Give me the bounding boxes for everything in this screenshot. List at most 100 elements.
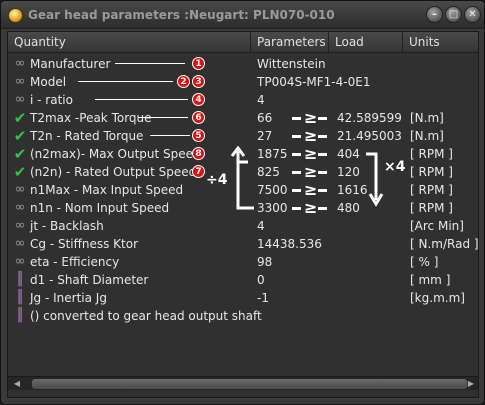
unit-cell: [ RPM ]	[410, 147, 453, 161]
callout-badge: 3	[192, 75, 205, 88]
title-bar[interactable]: Gear head parameters :Neugart: PLN070-01…	[1, 1, 484, 29]
scroll-left-icon[interactable]: ◀	[10, 377, 24, 391]
callout-badge: 7	[192, 165, 205, 178]
parameter-cell: 66	[257, 111, 273, 125]
load-cell: 120	[337, 165, 360, 179]
callout-badge: 1	[192, 57, 205, 70]
leader-line	[115, 63, 185, 64]
parameter-cell: TP004S-MF1-4-0E1	[257, 75, 371, 89]
divide-by-4-label: ÷4	[206, 172, 228, 188]
divide-bracket-arrow	[230, 146, 254, 210]
parameter-cell: 3300	[257, 201, 288, 215]
multiply-by-4-label: ×4	[384, 159, 406, 175]
callout-badge: 2	[177, 75, 190, 88]
minimize-button[interactable]: –	[426, 6, 443, 23]
column-header-quantity[interactable]: Quantity	[8, 32, 251, 53]
quantity-cell: (n2n) - Rated Output Speed	[30, 165, 197, 179]
load-cell: 404	[337, 147, 360, 161]
table-row[interactable]: ∞ Model TP004S-MF1-4-0E1	[8, 73, 478, 91]
check-icon: ✔	[13, 109, 27, 127]
callout-badge: 5	[192, 129, 205, 142]
gte-symbol: ≥	[304, 162, 318, 181]
unit-cell: [N.m]	[410, 111, 444, 125]
quantity-cell: eta - Efficiency	[30, 255, 120, 269]
callout-badge: 4	[192, 93, 205, 106]
bars-icon: ║	[16, 290, 24, 305]
table-row[interactable]: ∞ Manufacturer Wittenstein	[8, 55, 478, 73]
link-icon: ∞	[14, 254, 26, 269]
link-icon: ∞	[14, 182, 26, 197]
window-title: Gear head parameters :Neugart: PLN070-01…	[28, 8, 335, 22]
gte-symbol: ≥	[304, 108, 318, 127]
table-row[interactable]: ∞ Cg - Stiffness Ktor 14438.536 [ N.m/Rad ]	[8, 235, 479, 253]
bars-icon: ║	[16, 272, 24, 287]
quantity-cell: T2max -Peak Torque	[30, 111, 152, 125]
unit-cell: [Arc Min]	[410, 219, 464, 233]
table-row[interactable]: ║ Jg - Inertia Jg -1 [kg.m.m]	[8, 289, 478, 307]
leader-line	[138, 117, 188, 118]
quantity-cell: Model	[30, 75, 67, 89]
leader-line	[95, 99, 188, 100]
quantity-cell: () converted to gear head output shaft	[30, 309, 262, 323]
check-icon: ✔	[13, 145, 27, 163]
dash-mark	[292, 171, 301, 174]
load-cell: 1616	[337, 183, 368, 197]
gte-symbol: ≥	[304, 144, 318, 163]
bars-icon: ║	[16, 308, 24, 323]
unit-cell: [ RPM ]	[410, 201, 453, 215]
parameters-table: Quantity Parameters Load Units ∞ Manufact…	[7, 31, 479, 398]
link-icon: ∞	[14, 236, 26, 251]
quantity-cell: Jg - Inertia Jg	[30, 291, 107, 305]
parameter-cell: 14438.536	[257, 237, 322, 251]
maximize-button[interactable]: □	[445, 6, 462, 23]
parameter-cell: 825	[257, 165, 280, 179]
load-cell: 480	[337, 201, 360, 215]
column-header-load[interactable]: Load	[329, 32, 403, 53]
unit-cell: [ N.m/Rad ]	[410, 237, 479, 251]
gte-symbol: ≥	[304, 180, 318, 199]
link-icon: ∞	[14, 200, 26, 215]
quantity-cell: (n2max)- Max Output Speed	[30, 147, 201, 161]
app-icon	[8, 8, 23, 23]
leader-line	[150, 135, 190, 136]
link-icon: ∞	[14, 92, 26, 107]
load-cell: 42.589599	[337, 111, 402, 125]
table-row[interactable]: ║ () converted to gear head output shaft	[8, 307, 478, 325]
quantity-cell: T2n - Rated Torque	[30, 129, 144, 143]
dash-mark	[292, 135, 301, 138]
quantity-cell: jt - Backlash	[30, 219, 104, 233]
callout-badge: 8	[192, 147, 205, 160]
table-row[interactable]: ∞ i - ratio 4	[8, 91, 478, 109]
dash-mark	[318, 153, 327, 156]
quantity-cell: d1 - Shaft Diameter	[30, 273, 149, 287]
scrollbar-thumb[interactable]	[32, 379, 467, 389]
callout-badge: 6	[192, 111, 205, 124]
unit-cell: [ % ]	[410, 255, 439, 269]
column-header-units[interactable]: Units	[403, 32, 478, 53]
gte-symbol: ≥	[304, 198, 318, 217]
link-icon: ∞	[14, 218, 26, 233]
table-row[interactable]: ║ d1 - Shaft Diameter 0 [ mm ]	[8, 271, 478, 289]
parameter-cell: 4	[257, 93, 265, 107]
close-button[interactable]: ✕	[464, 6, 481, 23]
multiply-bracket-arrow	[366, 152, 384, 207]
unit-cell: [kg.m.m]	[410, 291, 465, 305]
dash-mark	[318, 189, 327, 192]
parameter-cell: 4	[257, 219, 265, 233]
unit-cell: [ mm ]	[410, 273, 451, 287]
table-row[interactable]: ✔ T2n - Rated Torque 27 21.495003 [N.m]	[8, 127, 478, 145]
table-row[interactable]: ∞ eta - Efficiency 98 [ % ]	[8, 253, 478, 271]
quantity-cell: Cg - Stiffness Ktor	[30, 237, 139, 251]
dash-mark	[292, 117, 301, 120]
quantity-cell: n1Max - Max Input Speed	[30, 183, 184, 197]
quantity-cell: n1n - Nom Input Speed	[30, 201, 170, 215]
table-row[interactable]: ∞ jt - Backlash 4 [Arc Min]	[8, 217, 478, 235]
leader-line	[78, 81, 173, 82]
dash-mark	[318, 117, 327, 120]
horizontal-scrollbar[interactable]: ◀ ▶	[8, 376, 478, 390]
table-row[interactable]: ✔ T2max -Peak Torque 66 42.589599 [N.m]	[8, 109, 478, 127]
gte-symbol: ≥	[304, 126, 318, 145]
table-header: Quantity Parameters Load Units	[8, 32, 478, 53]
column-header-parameters[interactable]: Parameters	[251, 32, 329, 53]
scroll-right-icon[interactable]: ▶	[464, 377, 478, 391]
